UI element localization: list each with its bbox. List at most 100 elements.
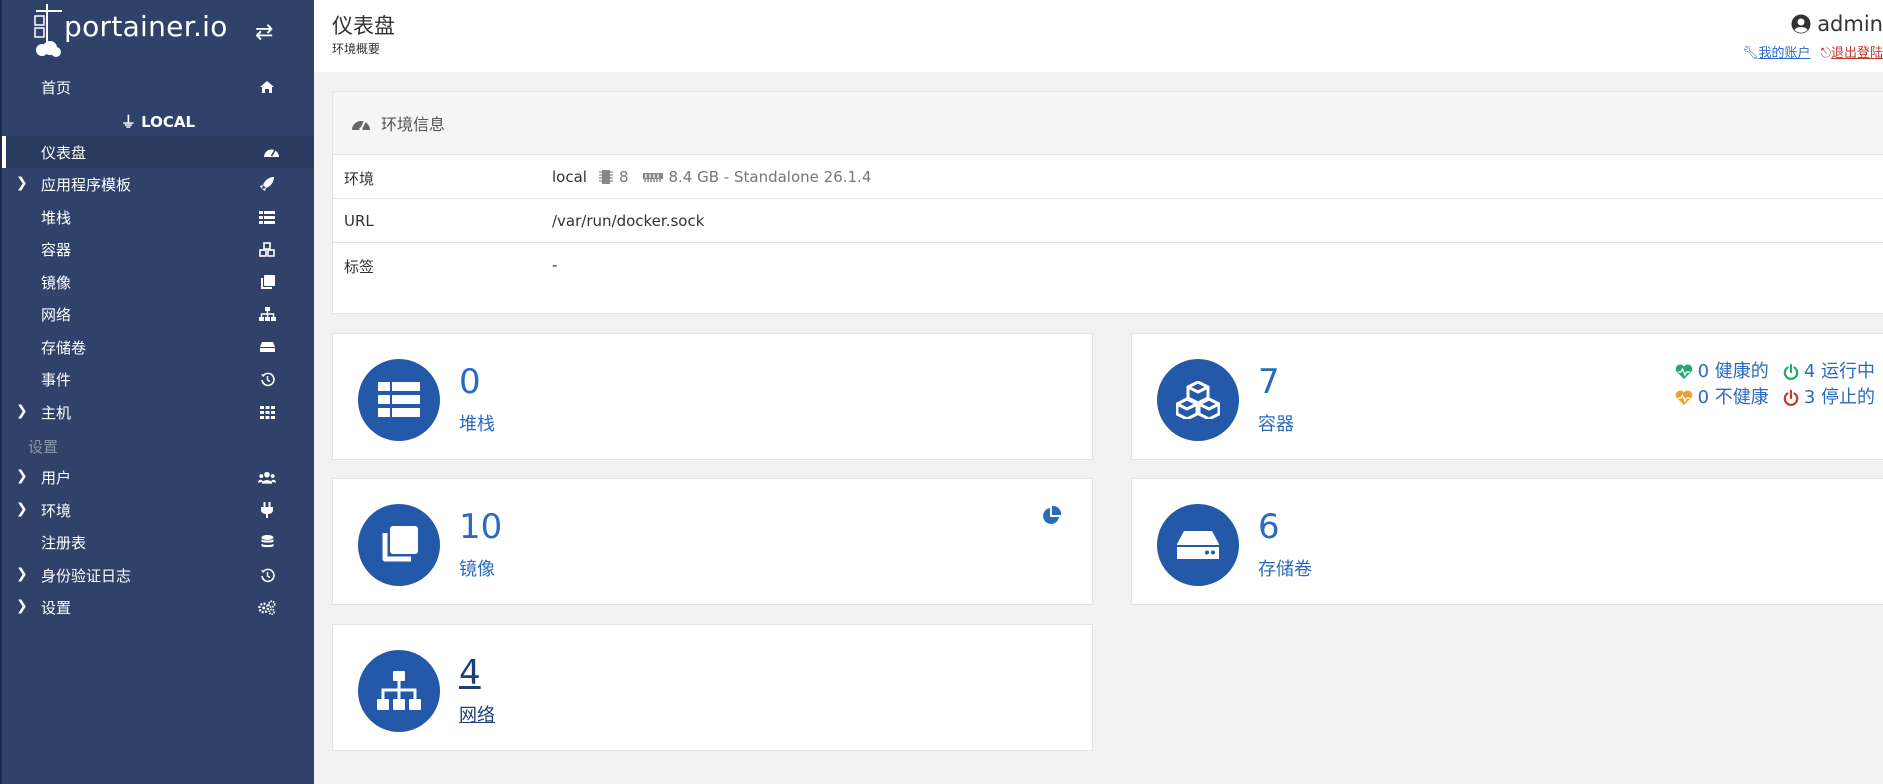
stacks-count: 0 [459, 362, 481, 402]
sidebar-item-label: 事件 [41, 370, 72, 389]
sidebar-item-containers[interactable]: 容器 [2, 233, 314, 265]
sidebar-item-label: 首页 [41, 78, 72, 97]
sidebar-item-events[interactable]: 事件 [2, 363, 314, 395]
sidebar-item-host[interactable]: ❯ 主机 [2, 396, 314, 428]
stopped-stat: 3 停止的 [1783, 385, 1875, 411]
url-label: URL [344, 212, 374, 230]
sidebar: portainer.io ⇄ 首页 ⏚ LOCAL 仪表盘 ❯ 应用程序模板 堆… [0, 0, 314, 784]
clone-icon [258, 274, 276, 290]
sidebar-item-label: 镜像 [41, 273, 72, 292]
my-account-link[interactable]: 我的账户 [1759, 46, 1811, 61]
page-title: 仪表盘 [332, 14, 395, 38]
th-list-icon [258, 209, 276, 225]
images-label: 镜像 [459, 559, 495, 580]
env-row-url: URL /var/run/docker.sock [333, 199, 1883, 243]
env-row-tags: 标签 - [333, 243, 1883, 287]
url-value: /var/run/docker.sock [552, 212, 705, 230]
sidebar-item-environments[interactable]: ❯ 环境 [2, 494, 314, 526]
history-icon [258, 371, 276, 387]
volumes-label: 存储卷 [1258, 559, 1312, 580]
memory-icon [642, 173, 663, 182]
chevron-right-icon: ❯ [16, 598, 28, 614]
sidebar-item-home[interactable]: 首页 [2, 71, 314, 103]
clone-icon [358, 504, 440, 586]
cubes-icon [258, 241, 276, 257]
env-label: 环境 [344, 170, 375, 188]
env-value: local 8 8.4 GB - Standalone 26.1.4 [552, 168, 871, 186]
brand[interactable]: portainer.io ⇄ [2, 0, 314, 70]
containers-card[interactable]: 7 容器 0 健康的 4 运行中 0 不健康 3 停止的 [1131, 333, 1883, 460]
panel-header: 环境信息 [333, 92, 1883, 155]
sidebar-toggle-icon[interactable]: ⇄ [255, 20, 273, 45]
sidebar-item-label: 仪表盘 [41, 143, 87, 162]
chevron-right-icon: ❯ [16, 501, 28, 517]
sidebar-item-label: 容器 [41, 240, 72, 259]
sidebar-item-users[interactable]: ❯ 用户 [2, 461, 314, 493]
chevron-right-icon: ❯ [16, 468, 28, 484]
user-circle-icon [1791, 14, 1811, 34]
logout-link[interactable]: 退出登陆 [1831, 46, 1883, 61]
cogs-icon [258, 599, 276, 615]
tachometer-icon [352, 120, 370, 131]
containers-label: 容器 [1258, 414, 1294, 435]
rocket-icon [258, 176, 276, 192]
page-header: 仪表盘 环境概要 admin 🔧︎我的账户 ⎋退出登陆 [314, 0, 1883, 72]
sidebar-item-label: 身份验证日志 [41, 566, 132, 585]
running-stat: 4 运行中 [1783, 359, 1875, 385]
panel-title: 环境信息 [381, 115, 446, 134]
portainer-logo-icon [34, 4, 62, 57]
wrench-icon: 🔧︎ [1742, 46, 1759, 61]
sign-out-icon: ⎋ [1820, 46, 1831, 61]
plug-icon: ⏚ [120, 113, 136, 131]
sidebar-item-label: 用户 [41, 468, 72, 487]
chevron-right-icon: ❯ [16, 403, 28, 419]
hdd-icon [1157, 504, 1239, 586]
sitemap-icon [358, 650, 440, 732]
containers-count: 7 [1258, 362, 1280, 402]
users-icon [258, 469, 276, 485]
hdd-icon [258, 339, 276, 355]
history-icon [258, 567, 276, 583]
cubes-icon [1157, 359, 1239, 441]
database-icon [258, 534, 276, 550]
sidebar-item-label: 注册表 [41, 533, 87, 552]
sidebar-item-images[interactable]: 镜像 [2, 266, 314, 298]
networks-card[interactable]: 4 网络 [332, 624, 1093, 751]
chevron-right-icon: ❯ [16, 566, 28, 582]
chevron-right-icon: ❯ [16, 175, 28, 191]
memory-platform: 8.4 GB - Standalone 26.1.4 [668, 168, 872, 186]
environment-section-header: ⏚ LOCAL [120, 113, 196, 131]
networks-label[interactable]: 网络 [459, 701, 495, 727]
container-status-grid: 0 健康的 4 运行中 0 不健康 3 停止的 [1675, 359, 1875, 411]
heartbeat-icon [1675, 390, 1692, 405]
stacks-card[interactable]: 0 堆栈 [332, 333, 1093, 460]
sidebar-item-label: 堆栈 [41, 208, 72, 227]
volumes-count: 6 [1258, 507, 1280, 547]
sidebar-item-label: 主机 [41, 403, 72, 422]
sidebar-item-app-templates[interactable]: ❯ 应用程序模板 [2, 168, 314, 200]
pie-chart-icon[interactable] [1041, 506, 1061, 526]
sidebar-item-stacks[interactable]: 堆栈 [2, 201, 314, 233]
sidebar-item-registries[interactable]: 注册表 [2, 526, 314, 558]
th-icon [258, 404, 276, 420]
sidebar-item-volumes[interactable]: 存储卷 [2, 331, 314, 363]
sidebar-item-networks[interactable]: 网络 [2, 298, 314, 330]
healthy-stat: 0 健康的 [1675, 359, 1769, 385]
power-off-icon [1783, 390, 1799, 406]
sidebar-item-settings[interactable]: ❯ 设置 [2, 591, 314, 623]
sidebar-item-label: 应用程序模板 [41, 175, 132, 194]
home-icon [258, 79, 276, 95]
power-off-icon [1783, 364, 1799, 380]
heartbeat-icon [1675, 364, 1692, 379]
images-card[interactable]: 10 镜像 [332, 478, 1093, 605]
tachometer-icon [262, 144, 280, 160]
sidebar-item-auth-logs[interactable]: ❯ 身份验证日志 [2, 559, 314, 591]
tags-label: 标签 [344, 258, 375, 276]
sidebar-item-dashboard[interactable]: 仪表盘 [2, 136, 314, 168]
stacks-icon [358, 359, 440, 441]
networks-count[interactable]: 4 [459, 653, 481, 693]
plug-icon [258, 502, 276, 518]
sidebar-item-label: 环境 [41, 501, 72, 520]
volumes-card[interactable]: 6 存储卷 [1131, 478, 1883, 605]
env-name: local [552, 168, 587, 186]
